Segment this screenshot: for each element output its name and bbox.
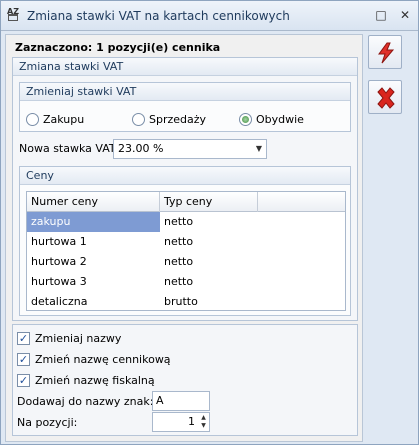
cell-typ-ceny: brutto [164,295,198,308]
prices-grid-header: Numer ceny Typ ceny [27,192,345,212]
change-names-checkbox[interactable]: ✓ [17,331,30,345]
radio-sprzedazy[interactable]: Sprzedaży [132,111,206,127]
position-spinner[interactable]: 1 ▲ ▼ [152,412,210,432]
change-price-name-checkbox-row[interactable]: ✓ Zmień nazwę cennikową [17,351,171,367]
vat-scope-group-header: Zmieniaj stawki VAT [20,83,350,101]
maximize-button[interactable]: □ [373,7,389,23]
app-icon: AZ [7,8,21,22]
spinner-arrows-icon[interactable]: ▲ ▼ [199,414,208,430]
new-vat-rate-label: Nowa stawka VAT: [19,142,119,155]
title-bar: AZ Zmiana stawki VAT na kartach cennikow… [1,1,418,31]
change-names-label: Zmieniaj nazwy [35,331,122,345]
prices-group: Ceny Numer ceny Typ ceny zakupu netto hu… [19,166,351,316]
table-row[interactable]: hurtowa 3 netto [27,272,259,292]
vat-scope-group: Zmieniaj stawki VAT Zakupu Sprzedaży Oby… [19,82,351,132]
lightning-icon [378,42,395,64]
cell-numer-ceny: zakupu [27,212,160,232]
change-names-checkbox-row[interactable]: ✓ Zmieniaj nazwy [17,330,121,346]
cell-typ-ceny: netto [160,212,258,232]
vat-change-group-header: Zmiana stawki VAT [13,58,357,76]
change-fiscal-name-checkbox-row[interactable]: ✓ Zmień nazwę fiskalną [17,372,155,388]
table-row[interactable]: hurtowa 2 netto [27,252,259,272]
close-icon: ✕ [399,8,411,22]
cell-numer-ceny: detaliczna [31,295,88,308]
execute-button[interactable] [368,35,402,69]
radio-circle-selected[interactable] [239,112,252,126]
prices-grid[interactable]: Numer ceny Typ ceny zakupu netto hurtowa… [26,191,346,311]
cell-typ-ceny: netto [164,275,194,288]
change-price-name-checkbox[interactable]: ✓ [17,352,30,366]
dialog-window: AZ Zmiana stawki VAT na kartach cennikow… [0,0,419,445]
new-vat-rate-value: 23.00 % [118,142,164,155]
window-title: Zmiana stawki VAT na kartach cennikowych [27,9,290,23]
radio-circle[interactable] [132,112,145,126]
radio-circle[interactable] [26,112,39,126]
table-row[interactable]: hurtowa 1 netto [27,232,259,252]
radio-obydwie-label: Obydwie [256,112,304,126]
main-panel: Zaznaczono: 1 pozycji(e) cennika Zmiana … [5,34,363,442]
column-header-numer-ceny[interactable]: Numer ceny [27,192,160,212]
maximize-icon: □ [375,8,387,22]
add-to-name-value: A [156,394,164,407]
chevron-down-icon[interactable]: ▼ [256,140,262,158]
cell-typ-ceny: netto [164,235,194,248]
radio-zakupu-label: Zakupu [43,112,85,126]
change-fiscal-name-checkbox[interactable]: ✓ [17,373,30,387]
cell-typ-ceny: netto [164,255,194,268]
cell-numer-ceny: hurtowa 3 [31,275,87,288]
table-row[interactable]: zakupu netto [27,212,259,232]
add-to-name-label: Dodawaj do nazwy znak: [17,395,154,408]
change-fiscal-name-label: Zmień nazwę fiskalną [35,373,155,387]
new-vat-rate-combo[interactable]: 23.00 % ▼ [113,139,267,159]
position-label: Na pozycji: [17,416,78,429]
radio-obydwie[interactable]: Obydwie [239,111,304,127]
prices-group-header: Ceny [20,167,350,185]
red-x-icon [377,87,395,109]
cell-numer-ceny: hurtowa 1 [31,235,87,248]
add-to-name-input[interactable]: A [152,391,210,411]
selection-count-label: Zaznaczono: 1 pozycji(e) cennika [15,41,221,54]
column-header-typ-ceny[interactable]: Typ ceny [160,192,258,212]
table-row[interactable]: detaliczna brutto [27,292,259,312]
radio-sprzedazy-label: Sprzedaży [149,112,207,126]
close-button[interactable]: ✕ [397,7,413,23]
names-group: ✓ Zmieniaj nazwy ✓ Zmień nazwę cennikową… [12,324,358,436]
position-value: 1 [188,415,195,428]
cancel-button[interactable] [368,80,402,114]
cell-numer-ceny: hurtowa 2 [31,255,87,268]
change-price-name-label: Zmień nazwę cennikową [35,352,171,366]
radio-zakupu[interactable]: Zakupu [26,111,84,127]
vat-change-group: Zmiana stawki VAT Zmieniaj stawki VAT Za… [12,57,358,321]
